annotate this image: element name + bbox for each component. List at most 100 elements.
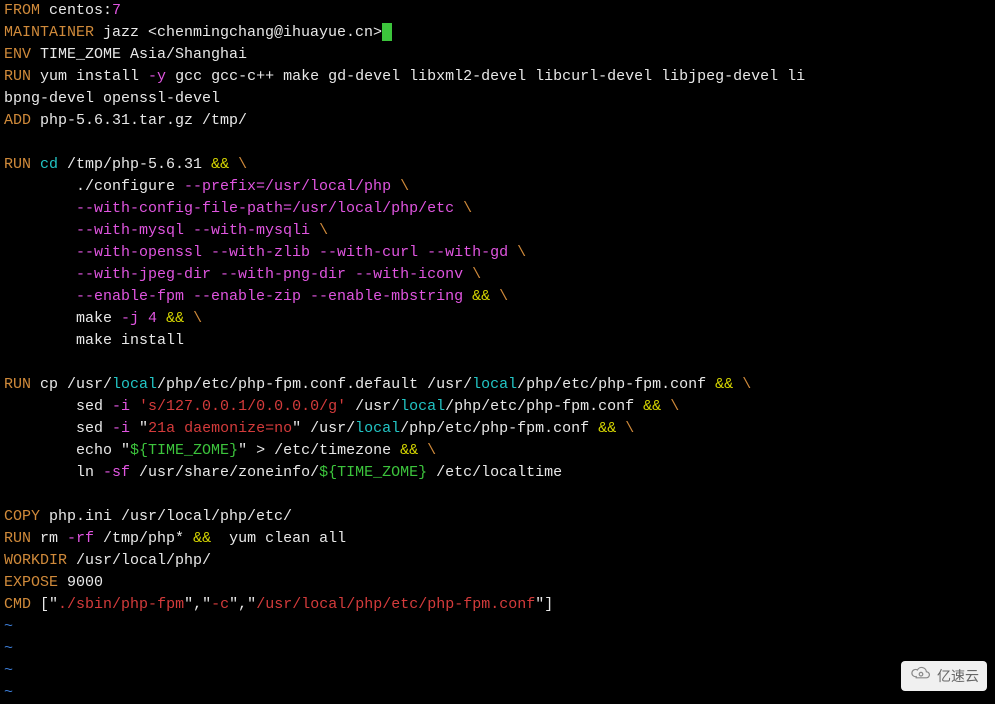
- text: make install: [4, 332, 184, 349]
- text: echo: [4, 442, 121, 459]
- tilde-line: ~: [4, 640, 13, 657]
- text: bpng-devel openssl-devel: [4, 90, 220, 107]
- text: /tmp/php*: [94, 530, 193, 547]
- backslash: \: [499, 288, 508, 305]
- tag: 7: [112, 2, 121, 19]
- terminal-output[interactable]: FROM centos:7 MAINTAINER jazz <chenmingc…: [0, 0, 995, 704]
- text: /usr/: [301, 420, 355, 437]
- text: /usr/local/php/: [67, 552, 211, 569]
- flag: -rf: [67, 530, 94, 547]
- operator: &&: [643, 398, 670, 415]
- operator: &&: [715, 376, 742, 393]
- text: yum install: [31, 68, 148, 85]
- indent: [4, 222, 76, 239]
- variable: ${TIME_ZOME}: [130, 442, 238, 459]
- num: 4: [148, 310, 157, 327]
- operator: &&: [211, 156, 238, 173]
- string: -c: [211, 596, 229, 613]
- sep: ,: [193, 596, 202, 613]
- text: sed: [4, 420, 112, 437]
- indent: [4, 288, 76, 305]
- quote: ": [238, 442, 247, 459]
- cursor-icon: [382, 23, 392, 41]
- keyword-env: ENV: [4, 46, 31, 63]
- backslash: \: [400, 178, 409, 195]
- local: local: [400, 398, 445, 415]
- flag: -y: [148, 68, 166, 85]
- option: --with-openssl --with-zlib --with-curl -…: [76, 244, 517, 261]
- flag: -i: [112, 420, 139, 437]
- local: local: [472, 376, 517, 393]
- text: rm: [31, 530, 67, 547]
- string: 's/127.0.0.1/0.0.0.0/g': [139, 398, 346, 415]
- operator: &&: [472, 288, 499, 305]
- text: [157, 310, 166, 327]
- option: --with-mysql --with-mysqli: [76, 222, 319, 239]
- cloud-icon: [909, 665, 933, 687]
- text: /php/etc/php-fpm.conf: [517, 376, 715, 393]
- quote: ": [247, 596, 256, 613]
- text: cp /usr/: [31, 376, 112, 393]
- quote: ": [229, 596, 238, 613]
- text: jazz <chenmingchang@ihuayue.cn>: [94, 24, 382, 41]
- text: /usr/share/zoneinfo/: [130, 464, 319, 481]
- quote: ": [49, 596, 58, 613]
- text: /etc/localtime: [427, 464, 562, 481]
- tilde-line: ~: [4, 618, 13, 635]
- text: ./configure: [4, 178, 184, 195]
- string: ./sbin/php-fpm: [58, 596, 184, 613]
- keyword-run: RUN: [4, 530, 31, 547]
- backslash: \: [625, 420, 634, 437]
- text: /tmp/php-5.6.31: [58, 156, 211, 173]
- quote: ": [292, 420, 301, 437]
- keyword-cmd: CMD: [4, 596, 31, 613]
- keyword-run: RUN: [4, 68, 31, 85]
- string: /usr/local/php/etc/php-fpm.conf: [256, 596, 535, 613]
- operator: &&: [166, 310, 193, 327]
- backslash: \: [427, 442, 436, 459]
- indent: [4, 244, 76, 261]
- option: --with-jpeg-dir --with-png-dir --with-ic…: [76, 266, 472, 283]
- backslash: \: [472, 266, 481, 283]
- backslash: \: [670, 398, 679, 415]
- text: ln: [4, 464, 103, 481]
- text: centos:: [40, 2, 112, 19]
- backslash: \: [742, 376, 751, 393]
- backslash: \: [517, 244, 526, 261]
- text: /php/etc/php-fpm.conf: [445, 398, 643, 415]
- option: --enable-fpm --enable-zip --enable-mbstr…: [76, 288, 472, 305]
- text: [: [31, 596, 49, 613]
- string: 21a daemonize=no: [148, 420, 292, 437]
- keyword-from: FROM: [4, 2, 40, 19]
- flag: -sf: [103, 464, 130, 481]
- keyword-maintainer: MAINTAINER: [4, 24, 94, 41]
- backslash: \: [193, 310, 202, 327]
- env-val: Asia/Shanghai: [121, 46, 247, 63]
- quote: ": [121, 442, 130, 459]
- quote: ": [202, 596, 211, 613]
- text: yum clean all: [220, 530, 346, 547]
- watermark-badge: 亿速云: [901, 661, 987, 691]
- quote: ": [139, 420, 148, 437]
- sep: ,: [238, 596, 247, 613]
- indent: [4, 266, 76, 283]
- keyword-expose: EXPOSE: [4, 574, 58, 591]
- text: php.ini /usr/local/php/etc/: [40, 508, 292, 525]
- tilde-line: ~: [4, 684, 13, 701]
- text: /php/etc/php-fpm.conf.default /usr/: [157, 376, 472, 393]
- text: sed: [4, 398, 112, 415]
- option: --with-config-file-path=/usr/local/php/e…: [76, 200, 463, 217]
- keyword-copy: COPY: [4, 508, 40, 525]
- indent: [4, 200, 76, 217]
- tilde-line: ~: [4, 662, 13, 679]
- option: --prefix=/usr/local/php: [184, 178, 400, 195]
- text: /usr/: [346, 398, 400, 415]
- flag: -i: [112, 398, 139, 415]
- text: 9000: [58, 574, 103, 591]
- operator: &&: [400, 442, 427, 459]
- local: local: [355, 420, 400, 437]
- operator: &&: [193, 530, 220, 547]
- local: local: [112, 376, 157, 393]
- keyword-run: RUN: [4, 156, 31, 173]
- quote: ": [184, 596, 193, 613]
